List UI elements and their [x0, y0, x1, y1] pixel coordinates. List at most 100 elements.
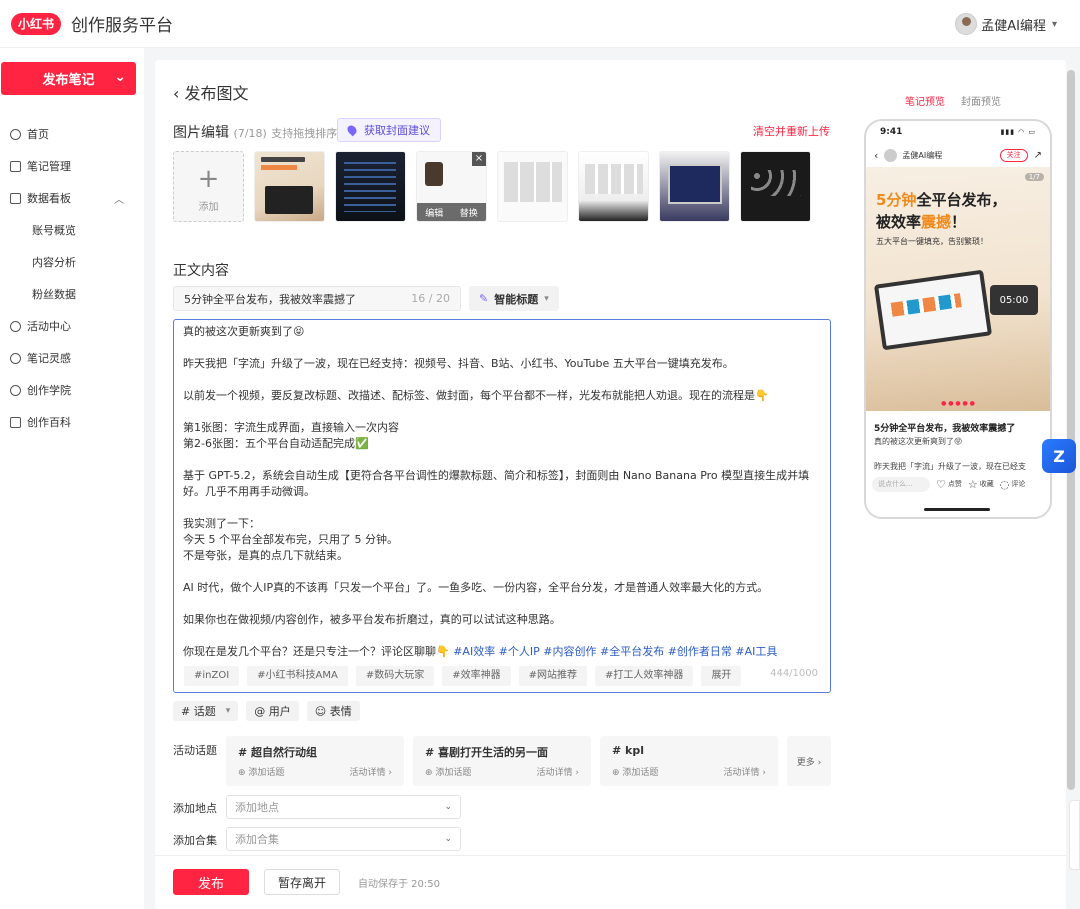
user-menu[interactable]: 孟健AI编程 ▾: [955, 13, 1057, 35]
carousel-dots: ● ● ● ● ●: [941, 400, 975, 407]
comment-input: 说点什么...: [872, 476, 930, 492]
chevron-down-icon[interactable]: ▾: [226, 706, 231, 716]
sidebar-item-account-overview[interactable]: 账号概览: [0, 214, 144, 246]
tag-suggestion[interactable]: #打工人效率神器: [595, 666, 694, 686]
body-content-heading: 正文内容: [173, 263, 229, 279]
book-icon: [10, 416, 21, 428]
body-editor[interactable]: 真的被这次更新爽到了😝 昨天我把「字流」升级了一波，现在已经支持：视频号、抖音、B…: [173, 319, 831, 693]
add-image-button[interactable]: + 添加: [173, 151, 244, 222]
like-action: ♡ 点赞: [936, 477, 962, 491]
sidebar: 发布笔记 ⌄ 首页 笔记管理 数据看板 ︿ 账号概览 内容分析 粉丝数据 活动中心…: [0, 48, 144, 909]
editor-last-line: 你现在是发几个平台？还是只专注一个？评论区聊聊👇 #AI效率 #个人IP #内容…: [183, 645, 778, 658]
tag-suggestion[interactable]: #小红书科技AMA: [247, 666, 348, 686]
image-thumbnail[interactable]: [578, 151, 649, 222]
feedback-tab[interactable]: [1069, 800, 1080, 870]
publish-note-button[interactable]: 发布笔记 ⌄: [1, 62, 136, 95]
emoji-button[interactable]: ☺ 表情: [306, 701, 360, 721]
hashtag-links[interactable]: #AI效率 #个人IP #内容创作 #全平台发布 #创作者日常 #AI工具: [453, 645, 777, 658]
add-topic-button[interactable]: ⊕ 添加话题: [238, 765, 284, 778]
editor-line: 不是夸张，是真的点几下就结束。: [183, 549, 348, 562]
add-topic-button[interactable]: ⊕ 添加话题: [612, 765, 658, 778]
sidebar-item-creator-wiki[interactable]: 创作百科: [0, 406, 144, 438]
publish-note-label: 发布笔记: [42, 73, 95, 88]
tab-cover-preview[interactable]: 封面预览: [961, 93, 1001, 108]
topic-button[interactable]: # 话题 ▾: [173, 701, 239, 721]
edit-image-button[interactable]: 编辑: [425, 206, 443, 219]
body-char-count: 444/1000: [770, 668, 818, 679]
image-thumbnail-hovered[interactable]: × 编辑 替换: [416, 151, 487, 222]
pin-icon: [345, 123, 359, 137]
main-panel: ‹ 发布图文 图片编辑 (7/18) 支持拖拽排序 获取封面建议 清空并重新上传…: [155, 60, 1067, 909]
document-icon: [10, 160, 21, 172]
sidebar-item-home[interactable]: 首页: [0, 118, 144, 150]
replace-image-button[interactable]: 替换: [460, 206, 478, 219]
image-thumbnail[interactable]: [254, 151, 325, 222]
brand-logo[interactable]: 小红书: [11, 12, 62, 35]
scrollbar-thumb[interactable]: [1067, 70, 1075, 790]
tag-suggestion[interactable]: #效率神器: [442, 666, 511, 686]
activity-detail-link[interactable]: 活动详情 ›: [350, 765, 392, 778]
cover-suggestion-button[interactable]: 获取封面建议: [337, 118, 441, 142]
author-avatar: [884, 148, 898, 162]
clear-reupload-link[interactable]: 清空并重新上传: [753, 123, 830, 139]
editor-line: [183, 500, 821, 516]
bar-chart-icon: [10, 192, 21, 204]
chevron-down-icon[interactable]: ⌄: [114, 69, 126, 85]
activity-topic-card[interactable]: # kpl ⊕ 添加话题 活动详情 ›: [600, 736, 778, 786]
footer-actions: 发布 暂存离开 自动保存于 20:50: [155, 855, 1067, 909]
share-icon: ↗: [1033, 149, 1042, 161]
assistant-fab-icon[interactable]: Z: [1042, 439, 1076, 473]
sidebar-item-note-management[interactable]: 笔记管理: [0, 150, 144, 182]
sidebar-item-creator-academy[interactable]: 创作学院: [0, 374, 144, 406]
star-icon: ☆: [967, 477, 978, 491]
activity-detail-link[interactable]: 活动详情 ›: [724, 765, 766, 778]
smart-title-label: 智能标题: [494, 292, 539, 306]
tag-suggestion[interactable]: 展开: [701, 666, 742, 686]
mention-user-button[interactable]: @ 用户: [246, 701, 299, 721]
sidebar-item-content-analysis[interactable]: 内容分析: [0, 246, 144, 278]
editor-line: 真的被这次更新爽到了😝: [183, 325, 305, 338]
avatar: [955, 13, 978, 35]
collection-select[interactable]: 添加合集 ⌄: [226, 827, 461, 851]
editor-line: AI 时代，做个人IP真的不该再「只发一个平台」了。一鱼多吃、一份内容，全平台分…: [183, 581, 769, 594]
location-select[interactable]: 添加地点 ⌄: [226, 795, 461, 819]
editor-line: 今天 5 个平台全部发布完，只用了 5 分钟。: [183, 533, 398, 546]
more-topics-button[interactable]: 更多 ›: [787, 736, 831, 786]
back-link[interactable]: ‹ 发布图文: [173, 80, 249, 104]
tag-suggestion[interactable]: #inZOI: [184, 666, 240, 686]
sidebar-item-fan-data[interactable]: 粉丝数据: [0, 278, 144, 310]
title-value: 5分钟全平台发布，我被效率震撼了: [184, 292, 356, 306]
heart-icon: ♡: [936, 477, 946, 491]
tag-suggestion[interactable]: #数码大玩家: [355, 666, 435, 686]
magic-wand-icon: ✎: [479, 292, 489, 305]
editor-line: 我实测了一下：: [183, 517, 260, 530]
add-image-label: 添加: [198, 202, 219, 213]
tab-note-preview[interactable]: 笔记预览: [905, 93, 945, 108]
tag-suggestion[interactable]: #网站推荐: [518, 666, 588, 686]
image-thumbnail[interactable]: [659, 151, 730, 222]
sidebar-item-activity-center[interactable]: 活动中心: [0, 310, 144, 342]
image-thumbnail[interactable]: [335, 151, 406, 222]
image-thumbnail[interactable]: [740, 151, 811, 222]
platform-title: 创作服务平台: [71, 16, 174, 36]
sidebar-item-data-dashboard[interactable]: 数据看板 ︿: [0, 182, 144, 214]
cover-subhead: 五大平台一键填充，告别繁琐！: [876, 237, 988, 246]
signal-wifi-battery-icon: ▮▮▮ ◠ ▭: [1000, 128, 1036, 136]
sidebar-item-label: 笔记管理: [27, 160, 71, 173]
sidebar-item-label: 活动中心: [27, 320, 71, 333]
close-icon[interactable]: ×: [472, 152, 486, 166]
sidebar-item-label: 内容分析: [32, 256, 76, 269]
save-draft-button[interactable]: 暂存离开: [264, 869, 340, 895]
activity-detail-link[interactable]: 活动详情 ›: [537, 765, 579, 778]
chat-bubble-icon: ◌: [999, 477, 1010, 491]
image-thumbnail[interactable]: [497, 151, 568, 222]
add-topic-button[interactable]: ⊕ 添加话题: [425, 765, 471, 778]
smart-title-button[interactable]: ✎ 智能标题 ▾: [469, 286, 559, 311]
section-title: 图片编辑: [173, 125, 229, 141]
publish-button[interactable]: 发布: [173, 869, 249, 895]
title-input[interactable]: 5分钟全平台发布，我被效率震撼了 16 / 20: [173, 286, 461, 311]
activity-topic-card[interactable]: # 喜剧打开生活的另一面 ⊕ 添加话题 活动详情 ›: [413, 736, 591, 786]
activity-topic-card[interactable]: # 超自然行动组 ⊕ 添加话题 活动详情 ›: [226, 736, 404, 786]
sidebar-item-label: 数据看板: [27, 192, 71, 205]
sidebar-item-note-inspiration[interactable]: 笔记灵感: [0, 342, 144, 374]
